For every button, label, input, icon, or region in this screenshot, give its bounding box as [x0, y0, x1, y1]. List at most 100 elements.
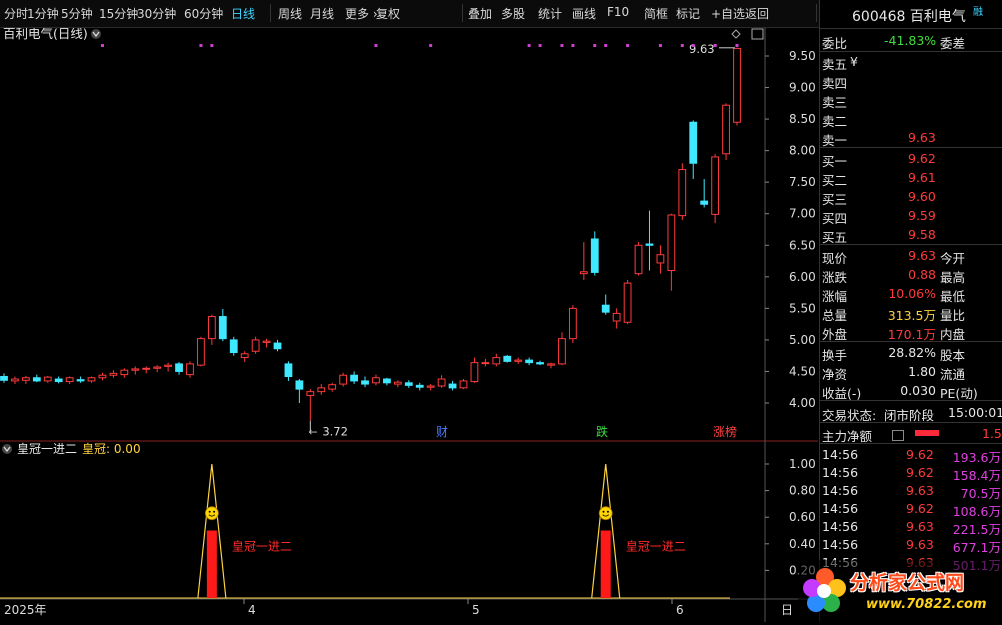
candle-body[interactable] [186, 363, 194, 376]
candle-body[interactable] [667, 214, 676, 272]
candle-body[interactable] [164, 364, 172, 367]
toolbar-item-4[interactable]: 30分钟 [137, 5, 176, 22]
candle-body[interactable] [393, 381, 402, 385]
candle-body[interactable] [11, 378, 19, 382]
candle-body[interactable] [284, 363, 293, 378]
candle-body[interactable] [142, 367, 151, 370]
candle-body[interactable] [229, 339, 238, 354]
candle-body[interactable] [558, 338, 566, 365]
toolbar-item-5[interactable]: 60分钟 [184, 5, 223, 22]
candle-body[interactable] [131, 368, 140, 371]
candle-body[interactable] [197, 338, 205, 366]
candle-body[interactable] [623, 282, 632, 323]
toolbar-item-12[interactable]: 多股 [501, 5, 525, 22]
candle-body[interactable] [218, 316, 227, 340]
candle-body[interactable] [120, 369, 129, 376]
sell-level-label: 卖五 [822, 57, 848, 72]
candle-body[interactable] [153, 366, 162, 369]
candle-body[interactable] [87, 377, 96, 382]
collapse-icon[interactable] [91, 29, 101, 39]
candle-body[interactable] [470, 362, 479, 383]
candle-body[interactable] [262, 340, 271, 343]
candle-body[interactable] [426, 385, 435, 388]
candle-body[interactable] [733, 47, 741, 123]
toolbar-item-19[interactable]: 返回 [745, 5, 769, 22]
candle-body[interactable] [437, 378, 446, 387]
candle-body[interactable] [711, 156, 720, 215]
candle-body[interactable] [339, 374, 348, 385]
toolbar-item-16[interactable]: 简框 [644, 5, 668, 22]
candle-body[interactable] [76, 379, 85, 382]
candle-body[interactable] [514, 359, 523, 362]
toolbar-item-2[interactable]: 5分钟 [61, 5, 93, 22]
candle-body[interactable] [54, 378, 63, 383]
candle-body[interactable] [590, 238, 599, 273]
candle-body[interactable] [601, 304, 610, 313]
price-tick-label: 4.50 [789, 364, 816, 378]
candle-body[interactable] [678, 169, 687, 217]
candle-body[interactable] [525, 359, 534, 364]
candle-body[interactable] [273, 342, 282, 350]
stat-row: 换手 28.82% 股本 [820, 344, 1002, 363]
toolbar-item-8[interactable]: 月线 [310, 5, 334, 22]
candle-body[interactable] [317, 387, 326, 393]
candle-body[interactable] [295, 380, 304, 390]
candle-body[interactable] [579, 271, 588, 275]
candle-body[interactable] [32, 377, 41, 382]
candlestick-chart[interactable]: 百利电气(日线) 9.50 9.00 8.50 8.00 7.50 7.00 6.50 6.00… [0, 26, 818, 622]
diamond-icon[interactable] [731, 29, 741, 39]
candle-body[interactable] [328, 384, 337, 390]
candle-body[interactable] [689, 121, 698, 164]
candle-body[interactable] [372, 377, 380, 384]
toolbar-item-0[interactable]: 分时 [4, 5, 28, 22]
candle-body[interactable] [536, 362, 544, 365]
candle-body[interactable] [43, 376, 52, 382]
dropdown-icon[interactable] [892, 430, 904, 441]
toolbar-item-13[interactable]: 统计 [538, 5, 562, 22]
toolbar-item-15[interactable]: F10 [607, 5, 629, 19]
candle-body[interactable] [404, 382, 413, 386]
candle-body[interactable] [612, 312, 621, 322]
candle-body[interactable] [98, 374, 107, 379]
toolbar-item-6[interactable]: 日线 [231, 5, 255, 22]
toolbar-item-14[interactable]: 画线 [572, 5, 596, 22]
candle-body[interactable] [207, 316, 216, 340]
candle-body[interactable] [175, 363, 183, 372]
toolbar-item-11[interactable]: 叠加 [468, 5, 492, 22]
candle-body[interactable] [448, 383, 457, 389]
toolbar-item-3[interactable]: 15分钟 [99, 5, 138, 22]
indicator-collapse-icon[interactable] [2, 444, 12, 454]
toolbar-item-17[interactable]: 标记 [676, 5, 700, 22]
candle-body[interactable] [459, 380, 468, 389]
candle-body[interactable] [350, 374, 358, 382]
candle-body[interactable] [722, 104, 730, 155]
tick-row: 14:56 9.63 221.5万 [820, 518, 1002, 537]
window-icon[interactable] [751, 28, 764, 40]
candle-body[interactable] [415, 384, 424, 388]
chart-area[interactable]: 百利电气(日线) 9.50 9.00 8.50 8.00 7.50 7.00 6.50 6.00… [0, 26, 818, 622]
candle-body[interactable] [21, 377, 30, 381]
candle-body[interactable] [361, 380, 369, 385]
candle-body[interactable] [0, 376, 8, 381]
candle-body[interactable] [656, 254, 665, 264]
candle-body[interactable] [700, 200, 709, 205]
candle-body[interactable] [65, 377, 74, 383]
toolbar-item-9[interactable]: 更多 › [345, 5, 378, 22]
toolbar-item-10[interactable]: 复权 [376, 5, 400, 22]
candle-body[interactable] [306, 391, 315, 396]
candle-body[interactable] [645, 243, 654, 246]
candle-body[interactable] [251, 339, 260, 352]
candle-body[interactable] [503, 355, 512, 362]
toolbar-item-1[interactable]: 1分钟 [27, 5, 59, 22]
candle-body[interactable] [109, 372, 118, 376]
candle-body[interactable] [569, 307, 577, 340]
candle-body[interactable] [634, 244, 643, 275]
candle-body[interactable] [240, 353, 249, 359]
toolbar-item-18[interactable]: +自选 [711, 5, 745, 22]
toolbar-item-7[interactable]: 周线 [278, 5, 302, 22]
event-dot [626, 44, 630, 47]
candle-body[interactable] [383, 378, 391, 384]
candle-body[interactable] [481, 362, 490, 365]
candle-body[interactable] [547, 363, 555, 366]
candle-body[interactable] [492, 357, 501, 365]
